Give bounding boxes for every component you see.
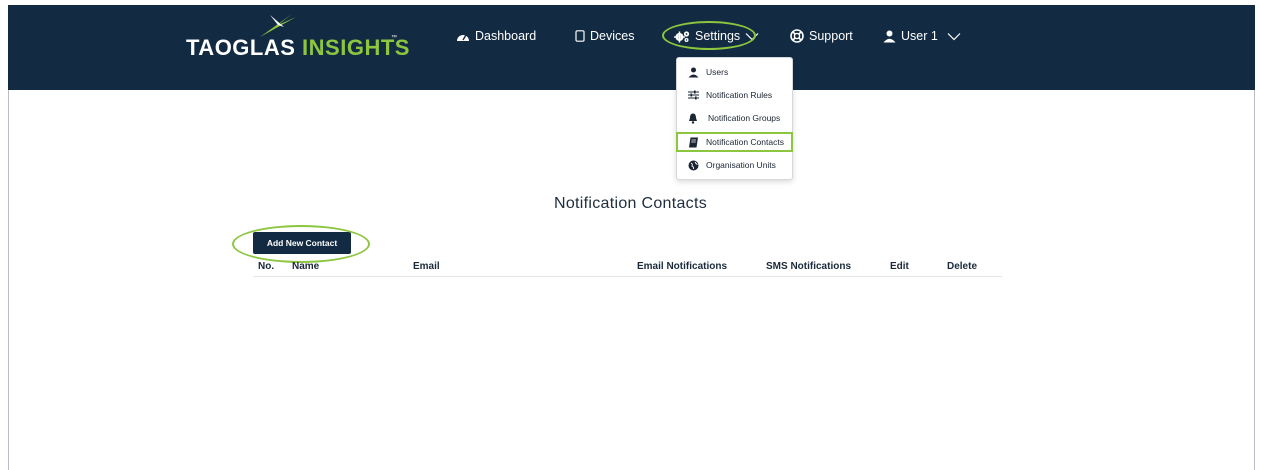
add-new-contact-button[interactable]: Add New Contact <box>253 232 351 254</box>
column-header-no: No. <box>258 261 275 272</box>
nav-settings-label: Settings <box>695 29 741 43</box>
menu-item-users[interactable]: Users <box>677 62 792 82</box>
globe-icon <box>687 159 699 171</box>
bell-icon <box>687 112 699 124</box>
menu-item-label: Notification Rules <box>706 90 773 100</box>
column-header-sms-notifications: SMS Notifications <box>766 261 852 272</box>
user-icon <box>883 30 896 43</box>
menu-item-label: Notification Contacts <box>706 137 784 147</box>
column-header-name: Name <box>292 261 320 272</box>
nav-settings[interactable]: Settings <box>674 27 759 45</box>
menu-item-notification-contacts[interactable]: Notification Contacts <box>676 132 793 152</box>
column-header-email-notifications: Email Notifications <box>637 261 728 272</box>
user-name: User 1 <box>901 29 938 43</box>
logo-text-taoglas: TAOGLAS <box>186 35 296 60</box>
chevron-down-icon <box>745 32 759 41</box>
page-title: Notification Contacts <box>553 195 708 212</box>
menu-item-notification-groups[interactable]: Notification Groups <box>677 108 792 128</box>
dashboard-icon <box>456 30 470 42</box>
user-icon <box>687 66 699 78</box>
device-icon <box>575 30 585 42</box>
gears-icon <box>674 30 690 43</box>
sliders-icon <box>687 89 699 101</box>
menu-item-label: Notification Groups <box>708 113 781 123</box>
column-header-email: Email <box>413 261 440 272</box>
menu-item-organisation-units[interactable]: Organisation Units <box>677 155 792 175</box>
nav-support-label: Support <box>809 29 853 43</box>
settings-dropdown-menu: Users Notification Rules Notification Gr… <box>676 57 793 180</box>
user-menu[interactable]: User 1 <box>883 27 961 45</box>
logo-trademark: ™ <box>391 35 397 41</box>
column-header-edit: Edit <box>890 261 909 272</box>
nav-dashboard[interactable]: Dashboard <box>456 27 536 45</box>
address-book-icon <box>687 136 699 148</box>
nav-dashboard-label: Dashboard <box>475 29 537 43</box>
column-header-delete: Delete <box>947 261 978 272</box>
nav-devices-label: Devices <box>590 29 635 43</box>
chevron-down-icon <box>947 32 961 41</box>
table-header-divider <box>253 276 1002 277</box>
lifebuoy-icon <box>790 29 804 43</box>
menu-item-label: Organisation Units <box>706 160 776 170</box>
menu-item-notification-rules[interactable]: Notification Rules <box>677 85 792 105</box>
menu-item-label: Users <box>706 67 729 77</box>
nav-devices[interactable]: Devices <box>575 27 634 45</box>
nav-support[interactable]: Support <box>790 27 853 45</box>
